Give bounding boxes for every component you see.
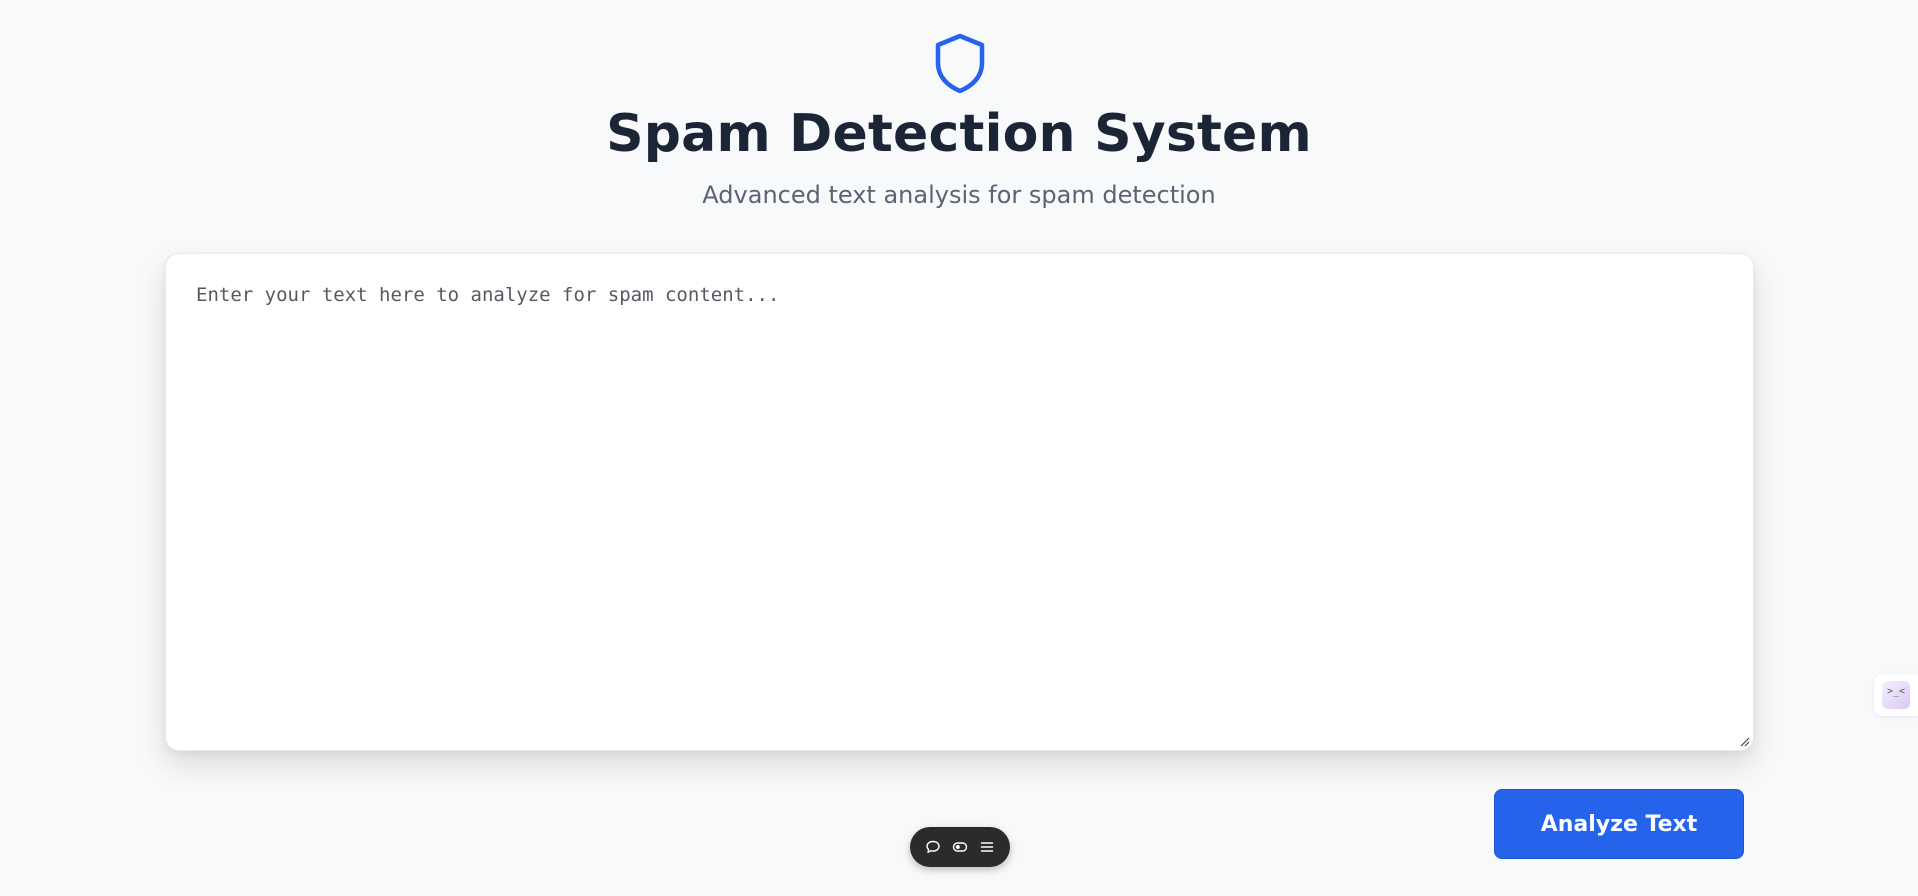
side-assistant-widget[interactable]: >_<	[1874, 674, 1918, 716]
floating-toolbar	[910, 827, 1010, 867]
toggle-icon[interactable]	[950, 837, 970, 857]
menu-icon[interactable]	[977, 837, 997, 857]
resize-handle-icon[interactable]	[1738, 735, 1750, 747]
page-title: Spam Detection System	[606, 104, 1312, 164]
page: Spam Detection System Advanced text anal…	[0, 0, 1918, 896]
assistant-face-icon: >_<	[1882, 681, 1910, 709]
comment-icon[interactable]	[923, 837, 943, 857]
page-subtitle: Advanced text analysis for spam detectio…	[702, 181, 1216, 209]
analyze-text-button[interactable]: Analyze Text	[1494, 789, 1744, 859]
shield-icon	[935, 33, 985, 93]
spam-text-input[interactable]	[166, 254, 1753, 750]
text-input-card	[165, 253, 1754, 751]
